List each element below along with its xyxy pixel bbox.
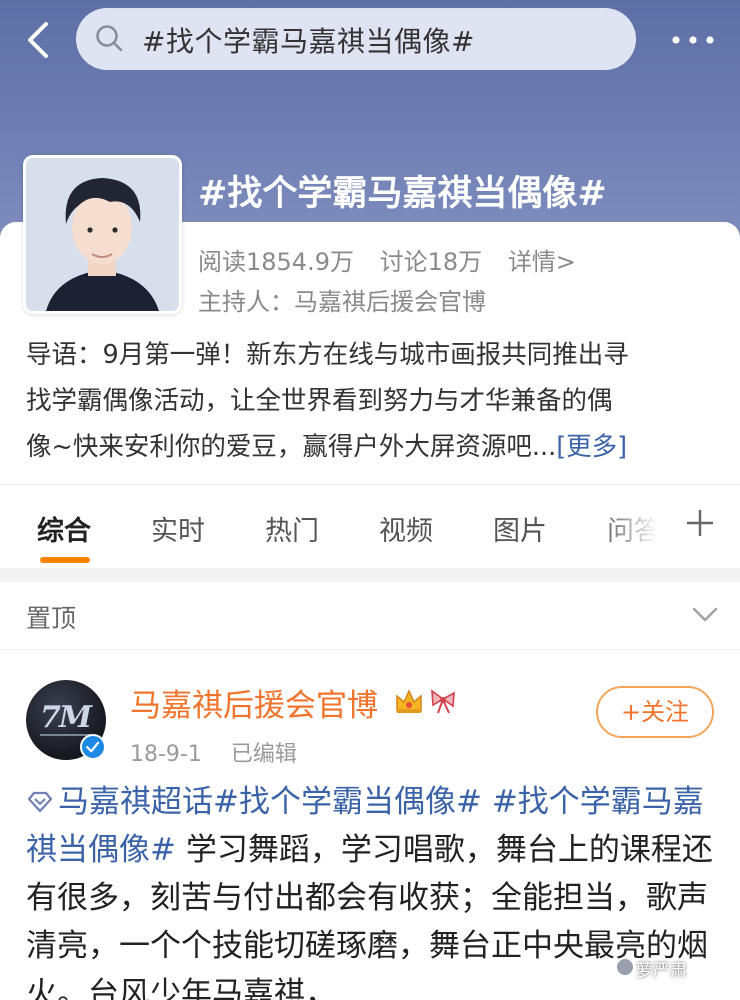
portrait-image (26, 158, 179, 311)
tab-fade-overlay (598, 485, 678, 568)
more-button[interactable] (668, 22, 718, 58)
crown-icon (396, 689, 422, 713)
intro-more-link[interactable]: [更多] (556, 432, 627, 462)
tab-video[interactable]: 视频 (379, 509, 433, 548)
topic-stats: 阅读1854.9万 讨论18万 详情> (198, 242, 594, 277)
super-topic-icon (27, 791, 53, 813)
topic-cover-image[interactable] (23, 155, 182, 314)
search-bar[interactable]: #找个学霸马嘉祺当偶像# (76, 8, 636, 70)
intro-line: 找学霸偶像活动，让全世界看到努力与才华兼备的偶 (26, 386, 613, 416)
post-date: 18-9-1 (130, 742, 202, 767)
post-body: 马嘉祺超话#找个学霸当偶像# #找个学霸马嘉祺当偶像# 学习舞蹈，学习唱歌，舞台… (26, 778, 716, 1000)
plus-icon[interactable] (684, 507, 716, 539)
post-meta: 18-9-1 已编辑 (130, 736, 319, 768)
avatar-logo-text: 7M (40, 700, 92, 735)
search-icon (96, 25, 123, 52)
follow-button[interactable]: +关注 (596, 686, 714, 738)
intro-line: 导语：9月第一弹！新东方在线与城市画报共同推出寻 (26, 340, 629, 370)
tab-realtime[interactable]: 实时 (151, 509, 205, 548)
back-arrow-icon (28, 22, 48, 58)
author-avatar[interactable]: 7M (26, 680, 106, 760)
tab-bar: 综合 实时 热门 视频 图片 问答 (0, 484, 740, 568)
read-count: 阅读1854.9万 (198, 248, 354, 276)
watermark: 萝严肃 (636, 961, 687, 981)
edited-label[interactable]: 已编辑 (231, 742, 297, 767)
active-tab-indicator (40, 557, 90, 563)
tab-images[interactable]: 图片 (493, 509, 547, 548)
author-name[interactable]: 马嘉祺后援会官博 (130, 680, 378, 725)
avatar-logo-line (40, 734, 90, 736)
tab-overview[interactable]: 综合 (37, 509, 91, 548)
weibo-post: 7M 马嘉祺后援会官博 18-9-1 已编辑 +关注 马嘉祺超话#找个学霸当偶像… (0, 650, 740, 1000)
super-topic-label: 马嘉祺超话 (58, 784, 213, 820)
back-button[interactable] (22, 20, 58, 60)
hashtag-link[interactable]: #找个学霸当偶像# (213, 784, 482, 820)
bow-icon (431, 689, 455, 714)
intro-line: 像~快来安利你的爱豆，赢得户外大屏资源吧... (26, 432, 557, 462)
more-dots-icon (672, 36, 714, 44)
topic-host[interactable]: 主持人：马嘉祺后援会官博 (198, 282, 486, 317)
details-link[interactable]: 详情> (508, 248, 576, 276)
intro-line-last: 像~快来安利你的爱豆，赢得户外大屏资源吧...[更多] (26, 424, 716, 470)
search-query: #找个学霸马嘉祺当偶像# (142, 25, 475, 58)
topic-title: #找个学霸马嘉祺当偶像# (198, 174, 607, 214)
topic-intro: 导语：9月第一弹！新东方在线与城市画报共同推出寻 找学霸偶像活动，让全世界看到努… (26, 332, 716, 470)
tab-hot[interactable]: 热门 (265, 509, 319, 548)
chevron-down-icon[interactable] (692, 606, 718, 624)
discussion-count: 讨论18万 (379, 248, 483, 276)
pinned-label: 置顶 (26, 604, 77, 633)
super-topic-tag[interactable]: 马嘉祺超话 (26, 784, 213, 820)
section-divider (0, 568, 740, 582)
verified-badge-icon (80, 734, 106, 760)
pinned-section-header[interactable]: 置顶 (0, 582, 740, 650)
watermark-icon (616, 958, 634, 976)
